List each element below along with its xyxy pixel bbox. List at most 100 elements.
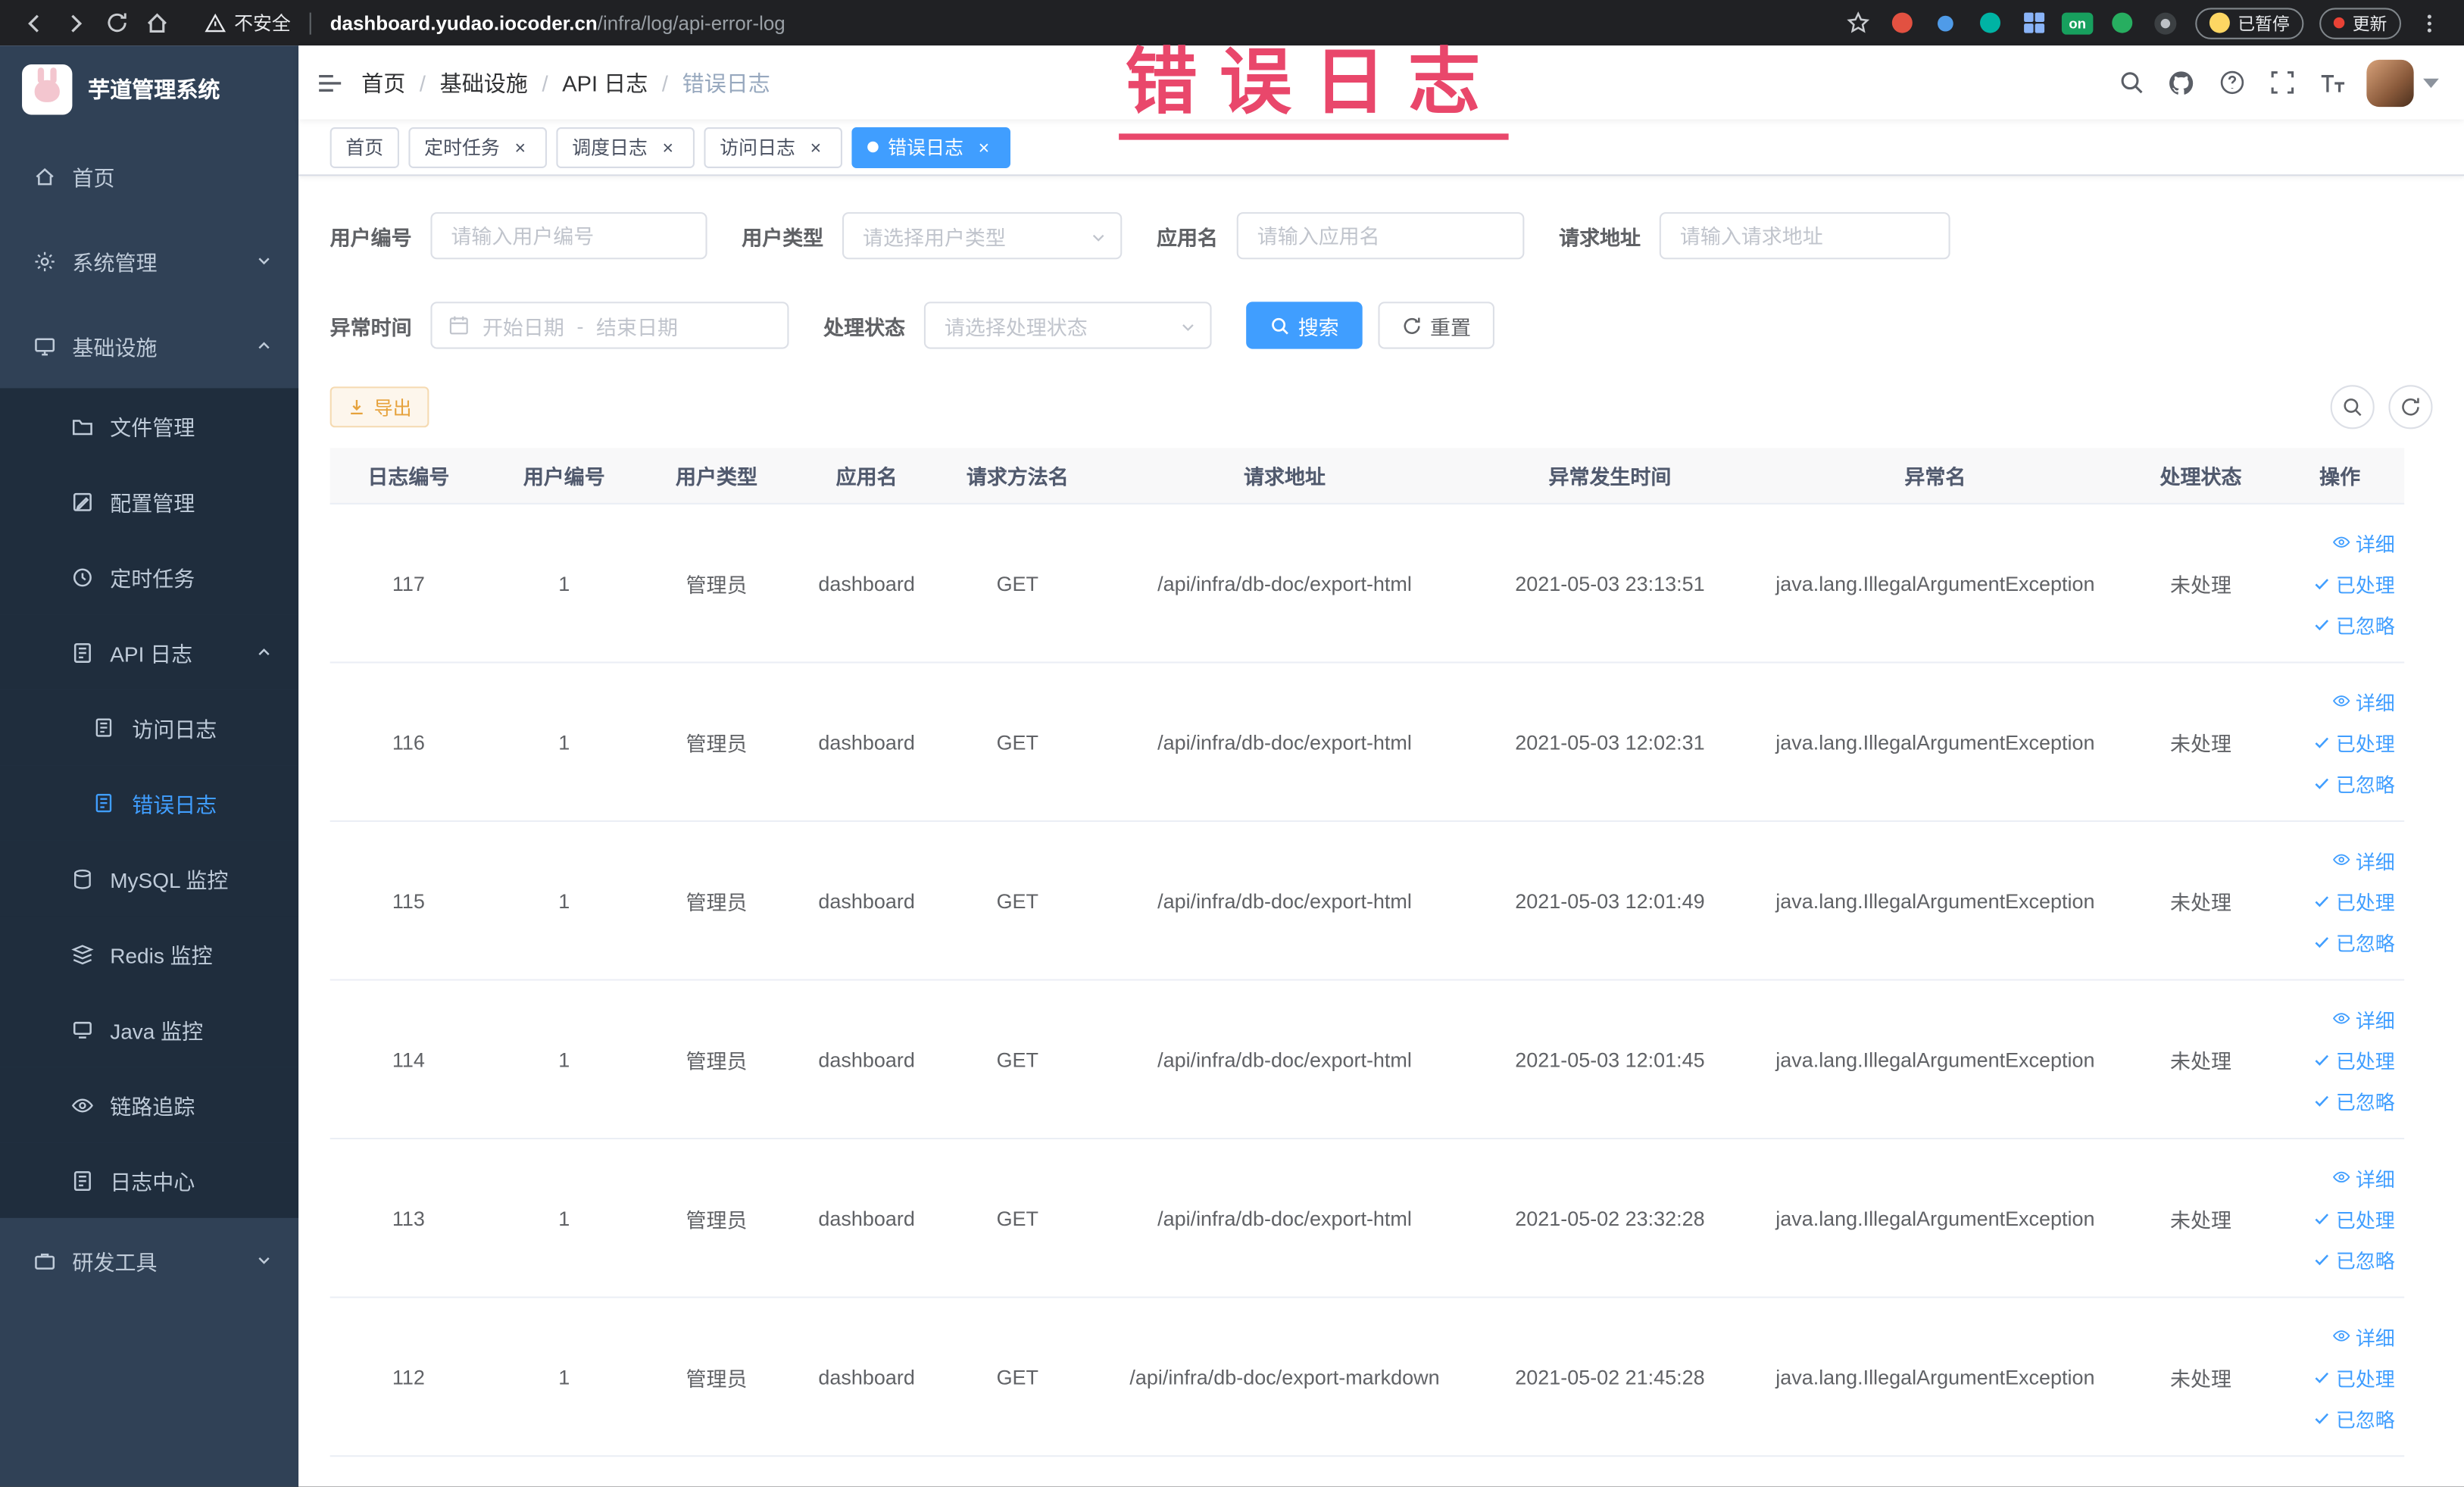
- request-url-input[interactable]: [1659, 212, 1950, 260]
- reload-icon[interactable]: [98, 4, 136, 42]
- sidebar-item-mysql-monitor[interactable]: MySQL 监控: [0, 840, 299, 917]
- cell-user-id: 1: [558, 571, 570, 595]
- reset-button[interactable]: 重置: [1378, 301, 1495, 349]
- extension-icon-5[interactable]: [2106, 7, 2137, 38]
- refresh-table-button[interactable]: [2388, 385, 2433, 430]
- tab-scheduled-tasks[interactable]: 定时任务: [408, 127, 548, 167]
- breadcrumb-item[interactable]: 首页: [361, 67, 405, 98]
- extension-icon-4[interactable]: [2018, 7, 2049, 38]
- forward-icon[interactable]: [57, 4, 95, 42]
- sidebar-item-label: Redis 监控: [110, 944, 213, 968]
- check-icon: [2316, 619, 2330, 630]
- column-header: 请求地址: [1244, 465, 1326, 489]
- action-mark-processed[interactable]: 已处理: [2314, 1357, 2395, 1396]
- chrome-update-button[interactable]: 更新: [2319, 7, 2402, 39]
- close-icon[interactable]: [973, 136, 995, 158]
- action-detail[interactable]: 详细: [2332, 681, 2395, 720]
- refresh-icon: [1404, 317, 1420, 333]
- action-mark-processed[interactable]: 已处理: [2314, 1198, 2395, 1238]
- sidebar-item-label: 系统管理: [72, 251, 158, 276]
- table-row: 114 1 管理员 dashboard GET /api/infra/db-do…: [329, 980, 2405, 1140]
- sidebar-item-log-center[interactable]: 日志中心: [0, 1142, 299, 1218]
- sidebar-item-label: API 日志: [110, 642, 193, 667]
- tab-home[interactable]: 首页: [329, 127, 399, 167]
- export-button[interactable]: 导出: [329, 386, 429, 428]
- action-mark-processed[interactable]: 已处理: [2314, 1039, 2395, 1079]
- sidebar-item-redis-monitor[interactable]: Redis 监控: [0, 916, 299, 992]
- sidebar-item-error-log[interactable]: 错误日志: [0, 765, 299, 841]
- bookmark-star-icon[interactable]: [1841, 7, 1872, 38]
- process-status-select[interactable]: 请选择处理状态: [923, 301, 1212, 349]
- action-mark-processed[interactable]: 已处理: [2314, 564, 2395, 603]
- cell-time: 2021-05-02 21:45:28: [1515, 1364, 1705, 1389]
- action-detail[interactable]: 详细: [2332, 840, 2395, 879]
- help-icon[interactable]: [2206, 45, 2256, 120]
- user-type-select[interactable]: 请选择用户类型: [842, 212, 1123, 260]
- security-warning[interactable]: 不安全: [205, 9, 291, 36]
- sidebar-item-file-management[interactable]: 文件管理: [0, 388, 299, 464]
- cell-exception: java.lang.IllegalArgumentException: [1775, 571, 2095, 595]
- action-mark-ignored[interactable]: 已忽略: [2314, 763, 2395, 802]
- action-detail[interactable]: 详细: [2332, 523, 2395, 562]
- sidebar-item-system[interactable]: 系统管理: [0, 218, 298, 303]
- cell-user-id: 1: [558, 889, 570, 913]
- action-detail[interactable]: 详细: [2332, 998, 2395, 1038]
- search-button[interactable]: 搜索: [1246, 301, 1363, 349]
- action-mark-ignored[interactable]: 已忽略: [2314, 1080, 2395, 1120]
- paused-extension-badge[interactable]: 已暂停: [2195, 7, 2304, 39]
- sidebar-item-access-log[interactable]: 访问日志: [0, 689, 299, 766]
- cell-user-type: 管理员: [685, 1207, 748, 1232]
- action-mark-processed[interactable]: 已处理: [2314, 722, 2395, 761]
- close-icon[interactable]: [804, 136, 826, 158]
- sidebar-item-label: 文件管理: [110, 416, 195, 440]
- action-mark-ignored[interactable]: 已忽略: [2314, 604, 2395, 644]
- cell-time: 2021-05-02 23:32:28: [1515, 1206, 1705, 1230]
- extension-icon-2[interactable]: [1930, 7, 1961, 38]
- tab-access-log[interactable]: 访问日志: [704, 127, 843, 167]
- extension-icon-3[interactable]: [1974, 7, 2005, 38]
- cell-status: 未处理: [2170, 890, 2231, 914]
- close-icon[interactable]: [657, 136, 679, 158]
- filter-label: 用户类型: [742, 225, 824, 249]
- font-size-icon[interactable]: [2307, 45, 2357, 120]
- sidebar-item-link-tracing[interactable]: 链路追踪: [0, 1067, 299, 1143]
- app-name-input[interactable]: [1236, 212, 1525, 260]
- address-bar[interactable]: dashboard.yudao.iocoder.cn/infra/log/api…: [330, 12, 785, 34]
- back-icon[interactable]: [16, 4, 54, 42]
- extension-icon-6[interactable]: [2150, 7, 2181, 38]
- sidebar-item-scheduled-tasks[interactable]: 定时任务: [0, 539, 299, 615]
- cell-method: GET: [996, 1364, 1039, 1389]
- cell-url: /api/infra/db-doc/export-html: [1157, 889, 1412, 913]
- action-detail[interactable]: 详细: [2332, 1316, 2395, 1355]
- tab-error-log[interactable]: 错误日志: [851, 127, 1011, 167]
- sidebar-item-java-monitor[interactable]: Java 监控: [0, 992, 299, 1067]
- sidebar-item-dev-tools[interactable]: 研发工具: [0, 1218, 298, 1303]
- user-id-input[interactable]: [430, 212, 707, 260]
- user-menu[interactable]: [2366, 58, 2439, 107]
- header-search-icon[interactable]: [2106, 45, 2156, 120]
- sidebar-item-config-management[interactable]: 配置管理: [0, 464, 299, 539]
- sidebar-item-infrastructure[interactable]: 基础设施: [0, 303, 298, 388]
- action-mark-ignored[interactable]: 已忽略: [2314, 922, 2395, 961]
- cell-user-id: 1: [558, 1047, 570, 1071]
- cell-url: /api/infra/db-doc/export-html: [1157, 571, 1412, 595]
- close-icon[interactable]: [509, 136, 531, 158]
- chrome-menu-icon[interactable]: [2410, 4, 2448, 42]
- sidebar-item-home[interactable]: 首页: [0, 133, 298, 218]
- action-mark-processed[interactable]: 已处理: [2314, 881, 2395, 920]
- github-icon[interactable]: [2156, 45, 2206, 120]
- sidebar-collapse-icon[interactable]: [298, 45, 361, 120]
- breadcrumb-item[interactable]: 基础设施: [440, 67, 528, 98]
- toggle-search-button[interactable]: [2330, 385, 2375, 430]
- action-mark-ignored[interactable]: 已忽略: [2314, 1398, 2395, 1437]
- sidebar-item-api-log[interactable]: API 日志: [0, 614, 299, 690]
- action-detail[interactable]: 详细: [2332, 1157, 2395, 1197]
- date-range-picker[interactable]: 开始日期 - 结束日期: [430, 301, 789, 349]
- extension-on-badge[interactable]: on: [2061, 7, 2094, 38]
- action-mark-ignored[interactable]: 已忽略: [2314, 1239, 2395, 1279]
- fullscreen-icon[interactable]: [2256, 45, 2306, 120]
- tab-dispatch-log[interactable]: 调度日志: [556, 127, 695, 167]
- breadcrumb-item[interactable]: API 日志: [562, 67, 648, 98]
- browser-home-icon[interactable]: [139, 4, 176, 42]
- extension-icon-1[interactable]: [1886, 7, 1917, 38]
